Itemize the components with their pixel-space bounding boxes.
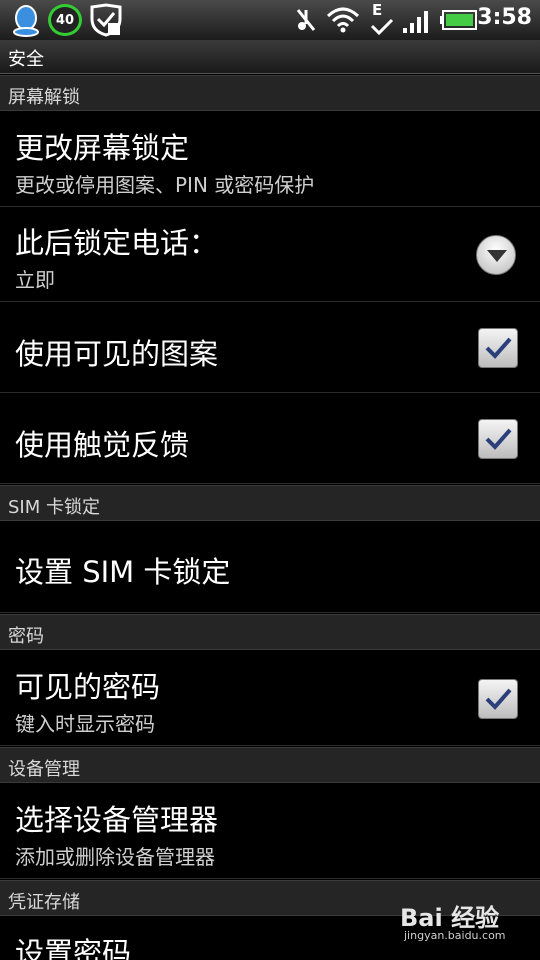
item-summary: 添加或删除设备管理器	[15, 845, 215, 869]
item-title: 可见的密码	[15, 670, 161, 704]
speed-badge: 40	[48, 4, 82, 36]
section-header-device-admin: 设备管理	[0, 747, 540, 783]
item-summary: 键入时显示密码	[15, 712, 155, 736]
page-title: 安全	[8, 49, 44, 70]
section-header-screen-unlock: 屏幕解锁	[0, 75, 540, 111]
visible-passwords-checkbox[interactable]	[478, 679, 518, 719]
haptic-feedback-checkbox[interactable]	[478, 419, 518, 459]
change-screen-lock-item[interactable]: 更改屏幕锁定 更改或停用图案、PIN 或密码保护	[0, 111, 540, 207]
qq-icon	[13, 5, 39, 37]
select-device-admin-item[interactable]: 选择设备管理器 添加或删除设备管理器	[0, 783, 540, 879]
section-header-sim-lock: SIM 卡锁定	[0, 485, 540, 521]
checkmark-icon	[485, 428, 512, 450]
visible-pattern-item[interactable]: 使用可见的图案	[0, 303, 540, 393]
section-header-passwords: 密码	[0, 614, 540, 650]
set-sim-lock-item[interactable]: 设置 SIM 卡锁定	[0, 521, 540, 613]
clock: 3:58	[477, 5, 532, 30]
checkmark-icon	[485, 337, 512, 359]
item-title: 使用可见的图案	[15, 337, 219, 371]
item-summary: 更改或停用图案、PIN 或密码保护	[15, 173, 315, 197]
watermark-logo: Bai 经验	[400, 904, 500, 932]
title-bar: 安全	[0, 40, 540, 74]
sync-check-icon	[370, 18, 394, 36]
battery-icon	[440, 10, 477, 30]
baidu-watermark: Bai 经验 jingyan.baidu.com	[400, 898, 510, 948]
checkmark-icon	[485, 688, 512, 710]
network-type: E	[372, 1, 383, 19]
haptic-feedback-item[interactable]: 使用触觉反馈	[0, 394, 540, 484]
wifi-icon	[326, 7, 360, 33]
item-title: 更改屏幕锁定	[15, 131, 190, 165]
visible-passwords-item[interactable]: 可见的密码 键入时显示密码	[0, 650, 540, 746]
item-summary: 立即	[15, 268, 55, 292]
item-title: 设置 SIM 卡锁定	[15, 555, 231, 589]
lock-phone-after-item[interactable]: 此后锁定电话： 立即	[0, 208, 540, 302]
dropdown-button[interactable]	[476, 235, 516, 275]
item-title: 此后锁定电话：	[15, 226, 219, 260]
item-title: 使用触觉反馈	[15, 428, 190, 462]
item-title: 选择设备管理器	[15, 803, 219, 837]
item-title: 设置密码	[15, 936, 132, 960]
watermark-url: jingyan.baidu.com	[404, 929, 506, 942]
mute-icon	[296, 9, 316, 31]
security-shield-icon	[90, 3, 122, 37]
signal-icon	[403, 11, 428, 33]
visible-pattern-checkbox[interactable]	[478, 328, 518, 368]
chevron-down-icon	[487, 250, 507, 262]
status-bar: 40 E 3:58	[0, 0, 540, 40]
